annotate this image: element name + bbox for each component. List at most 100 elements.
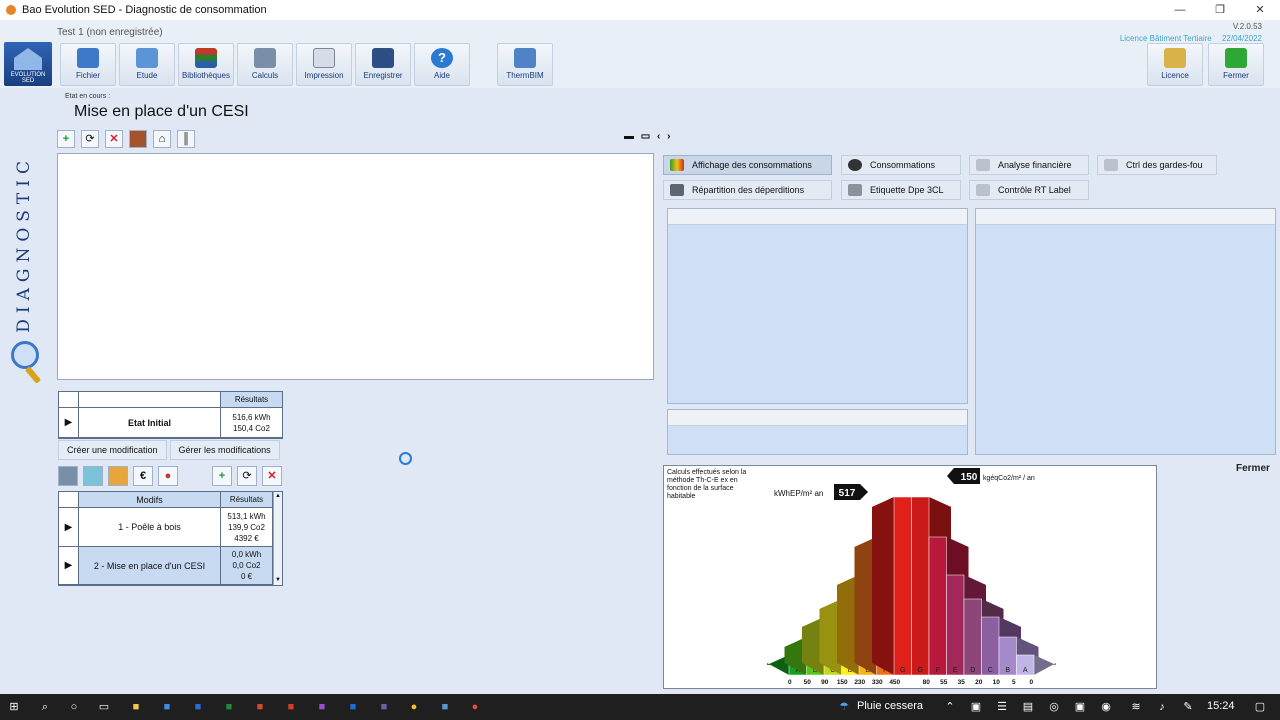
tray-app5-icon[interactable]: ◉ — [1098, 699, 1114, 715]
mail-icon[interactable]: ■ — [159, 699, 175, 715]
network-icon[interactable]: ☰ — [994, 699, 1010, 715]
tray-app2-icon[interactable]: ▤ — [1020, 699, 1036, 715]
ges-threshold-label: 0 — [1029, 679, 1033, 686]
create-modification-tab[interactable]: Créer une modification — [58, 440, 167, 460]
fermer-chart-link[interactable]: Fermer — [1236, 463, 1270, 474]
refresh-modification-icon[interactable]: ⟳ — [237, 466, 257, 486]
state-title: Mise en place d'un CESI — [74, 103, 249, 120]
controle-label: Contrôle RT Label — [998, 185, 1071, 195]
modifs-header: Modifs — [79, 492, 221, 508]
consumption-pane[interactable] — [667, 208, 968, 404]
scroll-down-icon[interactable]: ▼ — [274, 576, 282, 585]
analyse-financiere-button[interactable]: Analyse financière — [969, 155, 1089, 175]
controle-rt-label-button[interactable]: Contrôle RT Label — [969, 180, 1089, 200]
columns-icon[interactable]: ║ — [177, 130, 195, 148]
fermer-button[interactable]: Fermer — [1208, 43, 1264, 86]
affichage-consommations-button[interactable]: Affichage des consommations — [663, 155, 832, 175]
calculs-button[interactable]: Calculs — [237, 43, 293, 86]
ges-value: 150 — [961, 472, 978, 483]
summary-pane[interactable] — [667, 409, 968, 455]
excel-icon[interactable]: ■ — [221, 699, 237, 715]
tools-icon[interactable] — [108, 466, 128, 486]
scroll-up-icon[interactable]: ▲ — [274, 492, 282, 501]
energy-class-label: G — [900, 667, 905, 674]
header-blank-name — [79, 392, 221, 408]
calculs-label: Calculs — [251, 71, 279, 80]
refresh-icon[interactable]: ⟳ — [81, 130, 99, 148]
add-modification-icon[interactable]: + — [212, 466, 232, 486]
notifications-icon[interactable]: ▢ — [1252, 699, 1268, 715]
row-arrow-icon: ▶ — [59, 408, 79, 438]
word-icon[interactable]: ■ — [190, 699, 206, 715]
tray-app4-icon[interactable]: ▣ — [1072, 699, 1088, 715]
table-scrollbar[interactable]: ▲ ▼ — [273, 492, 282, 585]
table-row[interactable]: ▶ 1 - Poêle à bois 513,1 kWh 139,9 Co2 4… — [59, 508, 282, 547]
evolution-sed-icon[interactable]: ■ — [437, 699, 453, 715]
bibliotheques-button[interactable]: Bibliothèques — [178, 43, 234, 86]
modifications-table: Modifs Résultats ▶ 1 - Poêle à bois 513,… — [58, 491, 283, 586]
detail-pane[interactable] — [975, 208, 1276, 455]
minimize-button[interactable]: — — [1160, 0, 1200, 20]
impression-button[interactable]: Impression — [296, 43, 352, 86]
windows-start-icon[interactable]: ⊞ — [6, 699, 22, 715]
etude-label: Etude — [136, 71, 158, 80]
file-explorer-icon[interactable]: ■ — [128, 699, 144, 715]
chrome-alt-icon[interactable]: ● — [467, 699, 483, 715]
task-view-icon[interactable]: ▭ — [96, 699, 112, 715]
fermer-label: Fermer — [1223, 71, 1249, 80]
add-icon[interactable]: + — [57, 130, 75, 148]
repartition-deperditions-button[interactable]: Répartition des déperditions — [663, 180, 832, 200]
licence-button[interactable]: Licence — [1147, 43, 1203, 86]
manage-modifications-tab[interactable]: Gérer les modifications — [169, 440, 280, 460]
initial-results-table: Résultats ▶ Etat Initial 516,6 kWh 150,4… — [58, 391, 283, 439]
fichier-button[interactable]: Fichier — [60, 43, 116, 86]
thermbim-button[interactable]: ThermBIM — [497, 43, 553, 86]
show-hidden-icons-icon[interactable]: ⌃ — [942, 699, 958, 715]
magnifier-handle — [24, 366, 42, 384]
map-icon[interactable] — [83, 466, 103, 486]
table-row[interactable]: ▶ Etat Initial 516,6 kWh 150,4 Co2 — [59, 408, 282, 438]
search-icon[interactable]: ⌕ — [37, 699, 53, 715]
weather-text[interactable]: Pluie cessera — [857, 700, 923, 712]
tray-app-icon[interactable]: ▣ — [968, 699, 984, 715]
pdf-icon[interactable]: ■ — [283, 699, 299, 715]
splitter-controls[interactable]: ▬ ▭ ‹ › — [624, 131, 672, 142]
calculator-icon[interactable] — [58, 466, 78, 486]
wall-icon[interactable] — [129, 130, 147, 148]
etiquette-dpe-button[interactable]: Etiquette Dpe 3CL — [841, 180, 961, 200]
clock[interactable]: 15:24 — [1207, 700, 1235, 712]
help-icon: ? — [431, 48, 453, 68]
house-edit-icon[interactable]: ⌂ — [153, 130, 171, 148]
maximize-button[interactable]: ❐ — [1200, 0, 1240, 20]
mod-kwh: 0,0 kWh — [231, 550, 262, 559]
delete-modification-icon[interactable]: ✕ — [262, 466, 282, 486]
mods-results-header: Résultats — [221, 492, 273, 508]
onenote-icon[interactable]: ■ — [314, 699, 330, 715]
teams-icon[interactable]: ■ — [376, 699, 392, 715]
tree-panel[interactable] — [57, 153, 654, 380]
modification-values: 0,0 kWh 0,0 Co2 0 € — [221, 547, 273, 585]
tray-app3-icon[interactable]: ◎ — [1046, 699, 1062, 715]
pen-icon[interactable]: ✎ — [1180, 699, 1196, 715]
table-row[interactable]: ▶ 2 - Mise en place d'un CESI 0,0 kWh 0,… — [59, 547, 282, 585]
powerpoint-icon[interactable]: ■ — [252, 699, 268, 715]
close-button[interactable]: ✕ — [1240, 0, 1280, 20]
wifi-icon[interactable]: ≋ — [1128, 699, 1144, 715]
euro-icon[interactable]: € — [133, 466, 153, 486]
ctrl-gardes-fou-button[interactable]: Ctrl des gardes-fou — [1097, 155, 1217, 175]
etude-button[interactable]: Etude — [119, 43, 175, 86]
magnifier-icon — [11, 341, 39, 369]
consommations-button[interactable]: Consommations — [841, 155, 961, 175]
affichage-label: Affichage des consommations — [692, 160, 812, 170]
aide-button[interactable]: ? Aide — [414, 43, 470, 86]
cortana-icon[interactable]: ○ — [66, 699, 82, 715]
row-arrow-icon: ▶ — [59, 508, 79, 547]
outlook-icon[interactable]: ■ — [345, 699, 361, 715]
delete-icon[interactable]: ✕ — [105, 130, 123, 148]
molecule-icon[interactable]: ● — [158, 466, 178, 486]
ges-class-label: F — [936, 667, 940, 674]
volume-icon[interactable]: ♪ — [1154, 699, 1170, 715]
enregistrer-button[interactable]: Enregistrer — [355, 43, 411, 86]
chrome-icon[interactable]: ● — [406, 699, 422, 715]
